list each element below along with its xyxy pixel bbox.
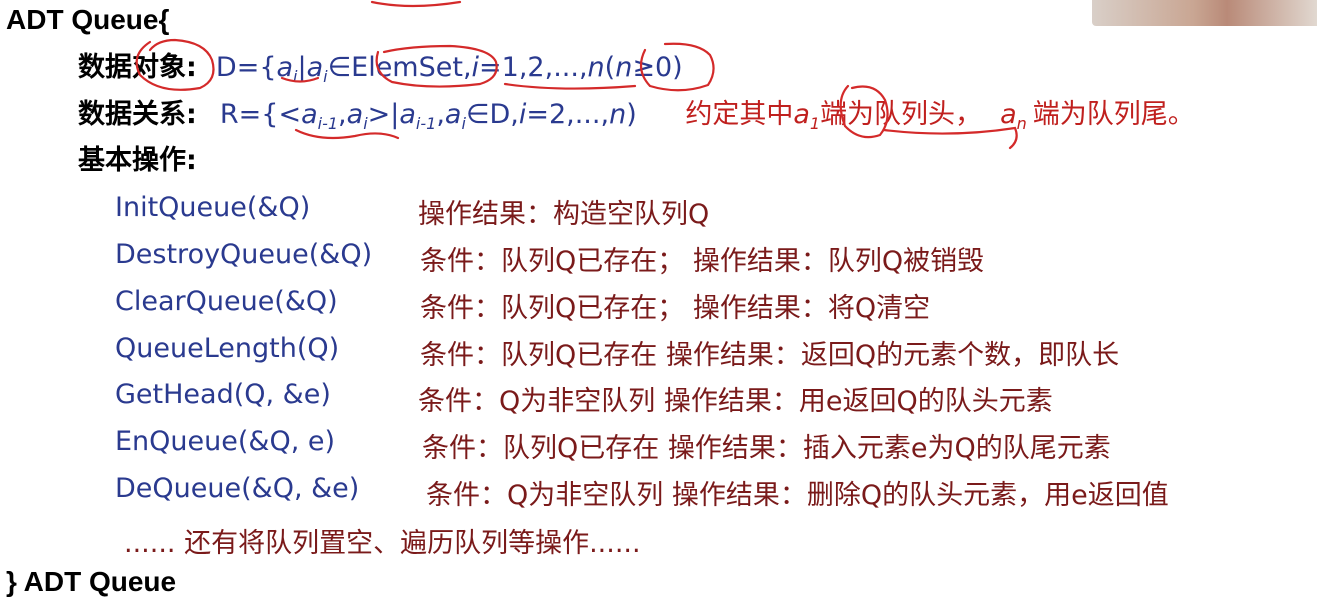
note-part-2: 端为队列头， [820,99,983,130]
condition-text: ≥0) [632,52,683,83]
expr-prefix: D={ [215,52,277,83]
head-tail-note: 约定其中a1端为队列头， an 端为队列尾。 [685,99,1195,133]
expr-prefix: R={< [219,99,302,130]
note-part-1: 约定其中 [685,99,794,130]
var-a: a [276,52,294,83]
op-name-enqueue: EnQueue(&Q, e) [115,426,336,457]
adt-open-heading: ADT Queue{ [6,4,170,35]
op-name-gethead: GetHead(Q, &e) [115,379,331,410]
sub-i-minus-1: i-1 [415,114,437,133]
bar: | [297,52,307,83]
data-relation-label: 数据关系: [78,99,197,130]
op-name-clearqueue: ClearQueue(&Q) [115,286,338,317]
op-name-destroyqueue: DestroyQueue(&Q) [115,239,373,270]
op-desc-clearqueue: 条件：队列Q已存在； 操作结果：将Q清空 [420,293,931,324]
op-name-dequeue: DeQueue(&Q, &e) [115,473,360,504]
range-text: =2,..., [526,99,610,130]
op-desc-enqueue: 条件：队列Q已存在 操作结果：插入元素e为Q的队尾元素 [422,433,1111,464]
op-desc-initqueue: 操作结果：构造空队列Q [418,199,710,230]
sub-n: n [1016,114,1027,133]
data-relation-line: 数据关系: R={<ai-1,ai>|ai-1,ai∈D,i=2,...,n) … [78,101,1195,132]
basic-ops-label: 基本操作: [78,145,197,176]
var-a: a [1000,99,1017,130]
sub-i-minus-1: i-1 [317,114,339,133]
range-text: =1,2,..., [479,52,588,83]
data-object-line: 数据对象: D={ai|ai∈ElemSet,i=1,2,...,n(n≥0) [78,54,683,85]
paren-close: ) [626,99,637,130]
more-ops-note: ...... 还有将队列置空、遍历队列等操作...... [124,528,641,559]
var-n: n [615,52,633,83]
ink-top-stroke [370,0,462,8]
var-a: a [793,99,810,130]
member-text: ∈D, [465,99,519,130]
data-relation-expression: R={<ai-1,ai>|ai-1,ai∈D,i=2,...,n) [219,99,645,133]
sub-1: 1 [809,114,821,133]
op-name-initqueue: InitQueue(&Q) [115,192,311,223]
op-desc-gethead: 条件：Q为非空队列 操作结果：用e返回Q的队头元素 [418,386,1053,417]
op-desc-destroyqueue: 条件：队列Q已存在； 操作结果：队列Q被销毁 [420,246,985,277]
adt-close-heading: } ADT Queue [6,566,177,597]
data-object-label: 数据对象: [78,52,197,83]
note-part-3: 端为队列尾。 [1032,99,1195,130]
webcam-overlay [1092,0,1317,26]
var-a: a [346,99,364,130]
op-desc-queuelength: 条件：队列Q已存在 操作结果：返回Q的元素个数，即队长 [420,340,1120,371]
var-n: n [587,52,605,83]
data-object-expression: D={ai|ai∈ElemSet,i=1,2,...,n(n≥0) [215,52,683,85]
member-text: ∈ElemSet, [327,52,472,83]
comma: , [338,99,347,130]
op-desc-dequeue: 条件：Q为非空队列 操作结果：删除Q的队头元素，用e返回值 [426,480,1169,511]
var-n: n [609,99,627,130]
var-a: a [399,99,416,130]
paren: ( [604,52,616,83]
var-a: a [301,99,318,130]
close-angle: >| [367,99,400,130]
var-a: a [444,99,462,130]
var-a: a [306,52,324,83]
comma: , [436,99,445,130]
var-i: i [471,52,480,83]
op-name-queuelength: QueueLength(Q) [115,333,340,364]
